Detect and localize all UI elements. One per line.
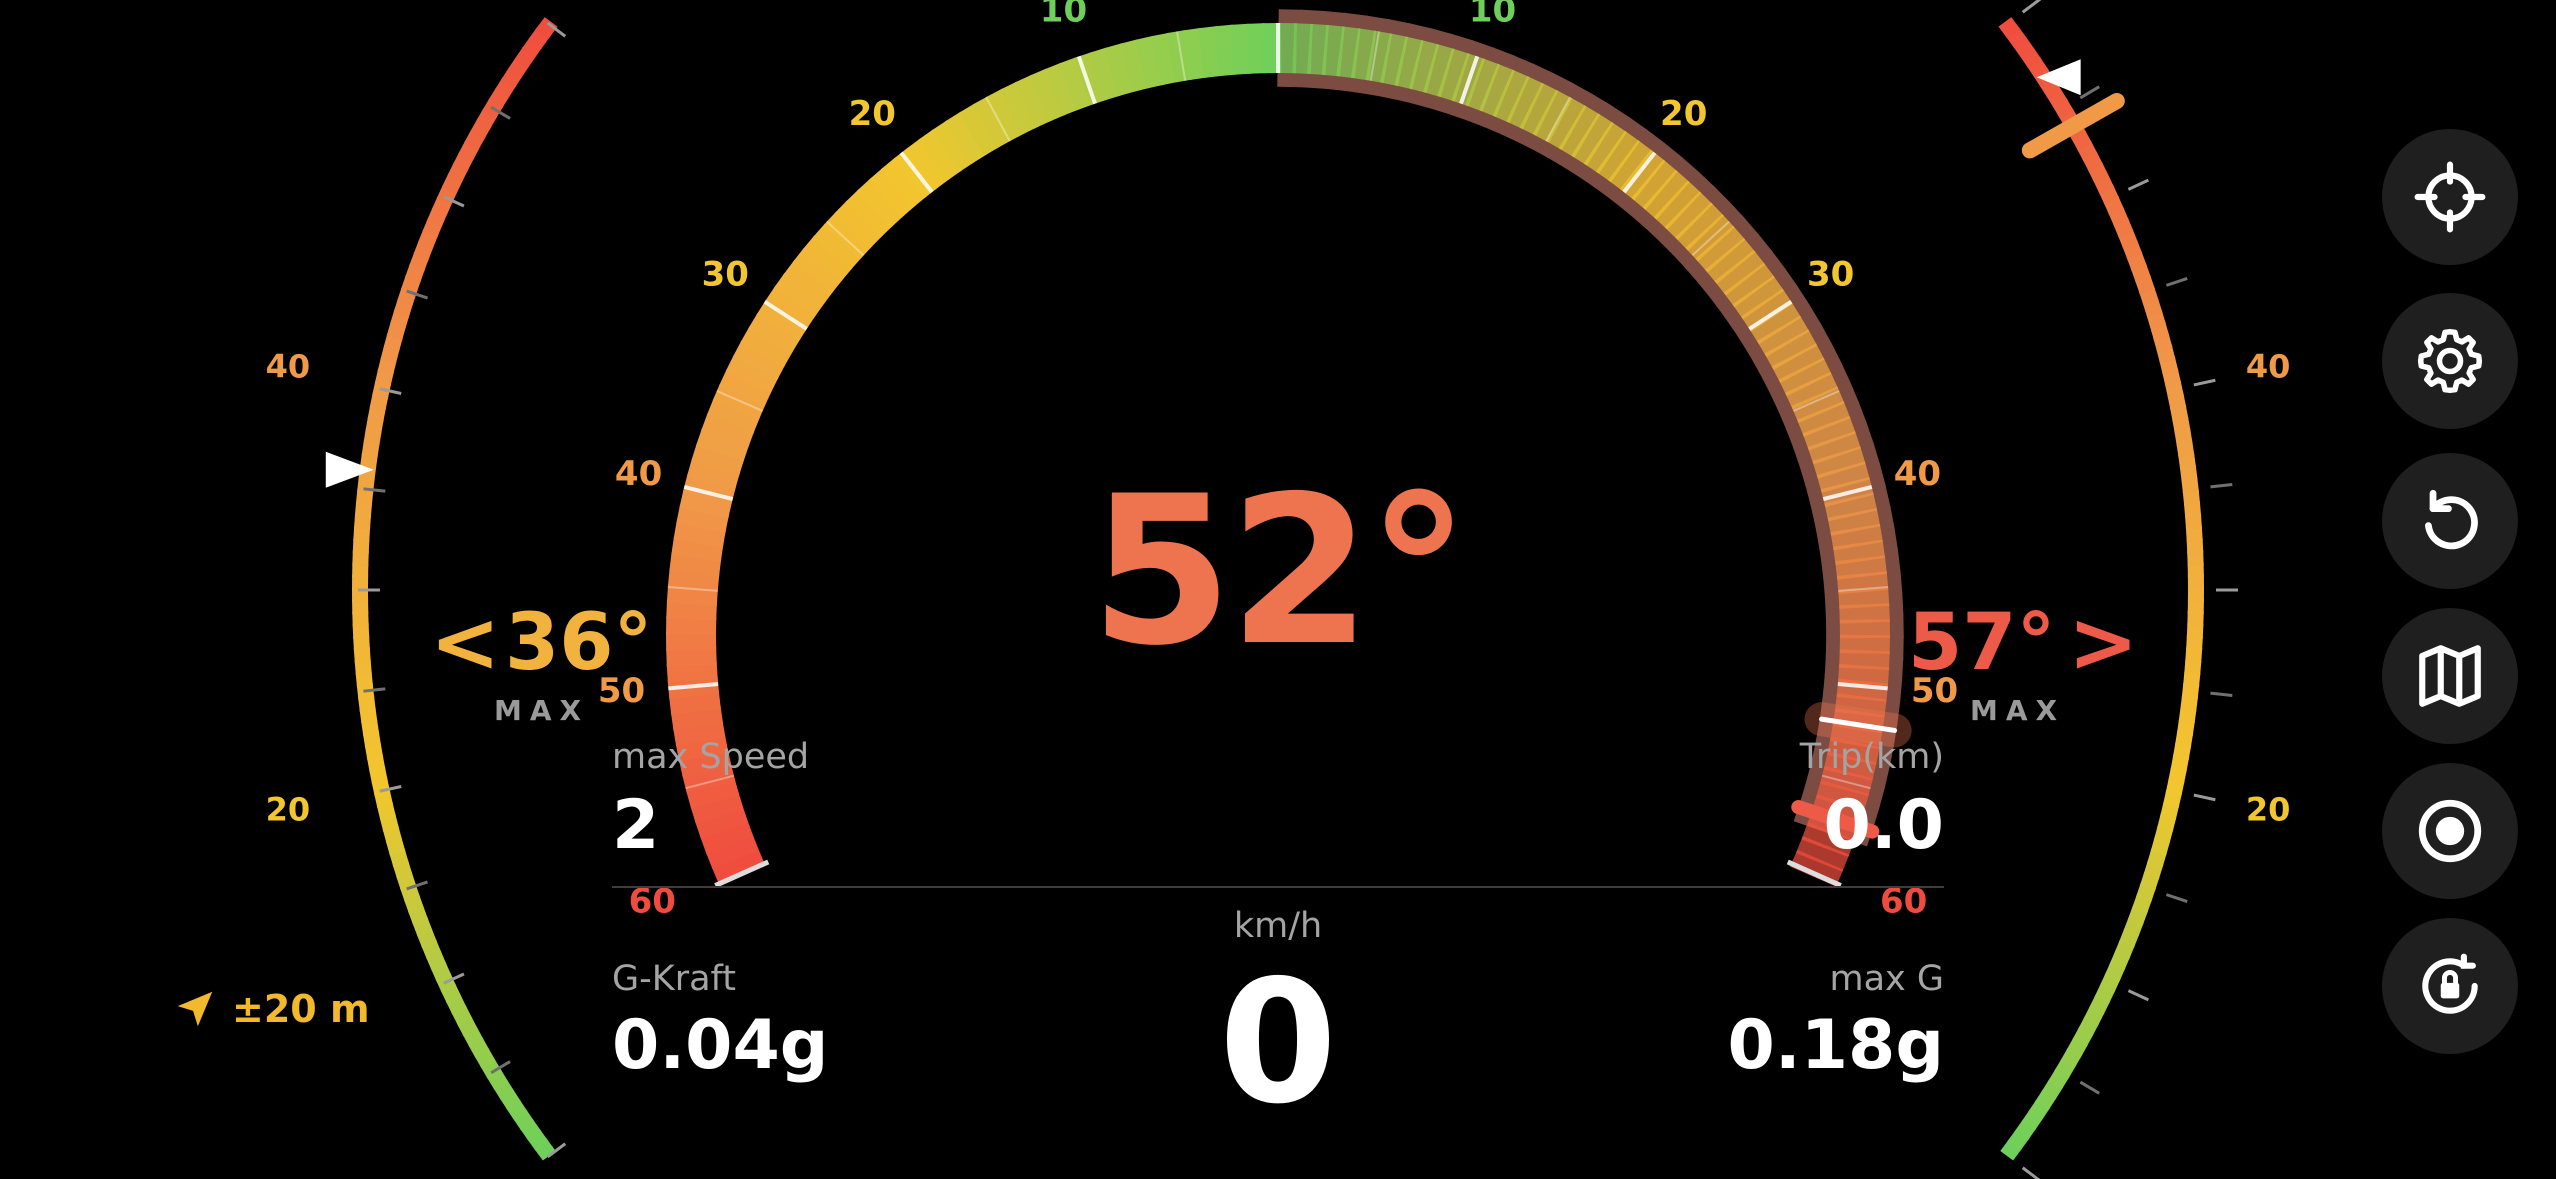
gps-accuracy-text: ±20 m <box>232 987 370 1031</box>
record-button[interactable] <box>2382 763 2518 899</box>
location-arrow-icon <box>177 991 213 1027</box>
settings-button[interactable] <box>2382 293 2518 429</box>
max-speed-value: 2 <box>612 786 660 865</box>
scale-label: 40 <box>266 348 311 386</box>
scale-tick <box>2210 691 2233 697</box>
record-icon <box>2418 799 2482 863</box>
gauge-label-right: 10 <box>1469 0 1516 30</box>
gauge-label-right: 40 <box>1894 454 1941 494</box>
gauge-label-right: 30 <box>1807 255 1854 295</box>
right-max-angle: 57° <box>1908 598 2056 688</box>
scale-tick <box>2079 85 2100 100</box>
map-icon <box>2419 645 2481 707</box>
gear-icon <box>2417 328 2483 394</box>
left-chevron-icon: < <box>430 593 501 691</box>
gauge-label-left: 30 <box>702 255 749 295</box>
scale-segment <box>1998 17 2021 39</box>
reset-button[interactable] <box>2382 453 2518 589</box>
rotation-lock-icon <box>2422 953 2478 1014</box>
left-max-caption: MAX <box>494 694 590 727</box>
left-lean-scale: 604020 <box>266 17 567 1161</box>
scale-tick <box>2127 178 2150 191</box>
speed-value: 0 <box>1218 944 1338 1142</box>
right-chevron-icon: > <box>2068 593 2139 691</box>
g-force-value: 0.04g <box>612 1006 829 1085</box>
scale-tick <box>2193 378 2216 387</box>
gauge-label-left: 20 <box>849 94 896 134</box>
scale-tick <box>2079 1080 2100 1095</box>
trip-value: 0.0 <box>1823 786 1944 865</box>
scale-label: 20 <box>2246 790 2291 828</box>
gauge-label-right: 20 <box>1660 94 1707 134</box>
left-max-angle: 36° <box>505 598 653 688</box>
crosshair-icon <box>2414 161 2486 233</box>
scale-tick <box>2021 1166 2041 1179</box>
scale-tick <box>2210 483 2233 489</box>
scale-label: 40 <box>2246 348 2291 386</box>
stats-divider <box>612 886 1944 888</box>
scale-tick <box>2165 893 2188 904</box>
scale-max-marker <box>2021 92 2125 159</box>
map-button[interactable] <box>2382 608 2518 744</box>
g-force-label: G-Kraft <box>612 959 736 999</box>
right-max-caption: MAX <box>1970 694 2066 727</box>
current-lean-angle: 52° <box>1090 453 1470 691</box>
gauge-label-left: 40 <box>615 454 662 494</box>
scale-tick <box>2127 989 2150 1002</box>
scale-tick <box>2021 0 2042 14</box>
max-speed-label: max Speed <box>612 737 810 777</box>
right-lean-scale: 604020 <box>1998 0 2291 1179</box>
speed-unit: km/h <box>1233 906 1323 946</box>
max-g-label: max G <box>1829 959 1944 999</box>
scale-tick <box>2193 793 2216 802</box>
scale-tick <box>2165 276 2188 287</box>
gauge-label-left: 10 <box>1040 0 1087 30</box>
max-g-value: 0.18g <box>1727 1006 1944 1085</box>
gps-accuracy: ±20 m <box>172 986 370 1032</box>
crosshair-button[interactable] <box>2382 129 2518 265</box>
rotation-lock-button[interactable] <box>2382 918 2518 1054</box>
scale-label: 20 <box>266 790 311 828</box>
reset-icon <box>2425 489 2478 550</box>
trip-label: Trip(km) <box>1799 737 1944 777</box>
